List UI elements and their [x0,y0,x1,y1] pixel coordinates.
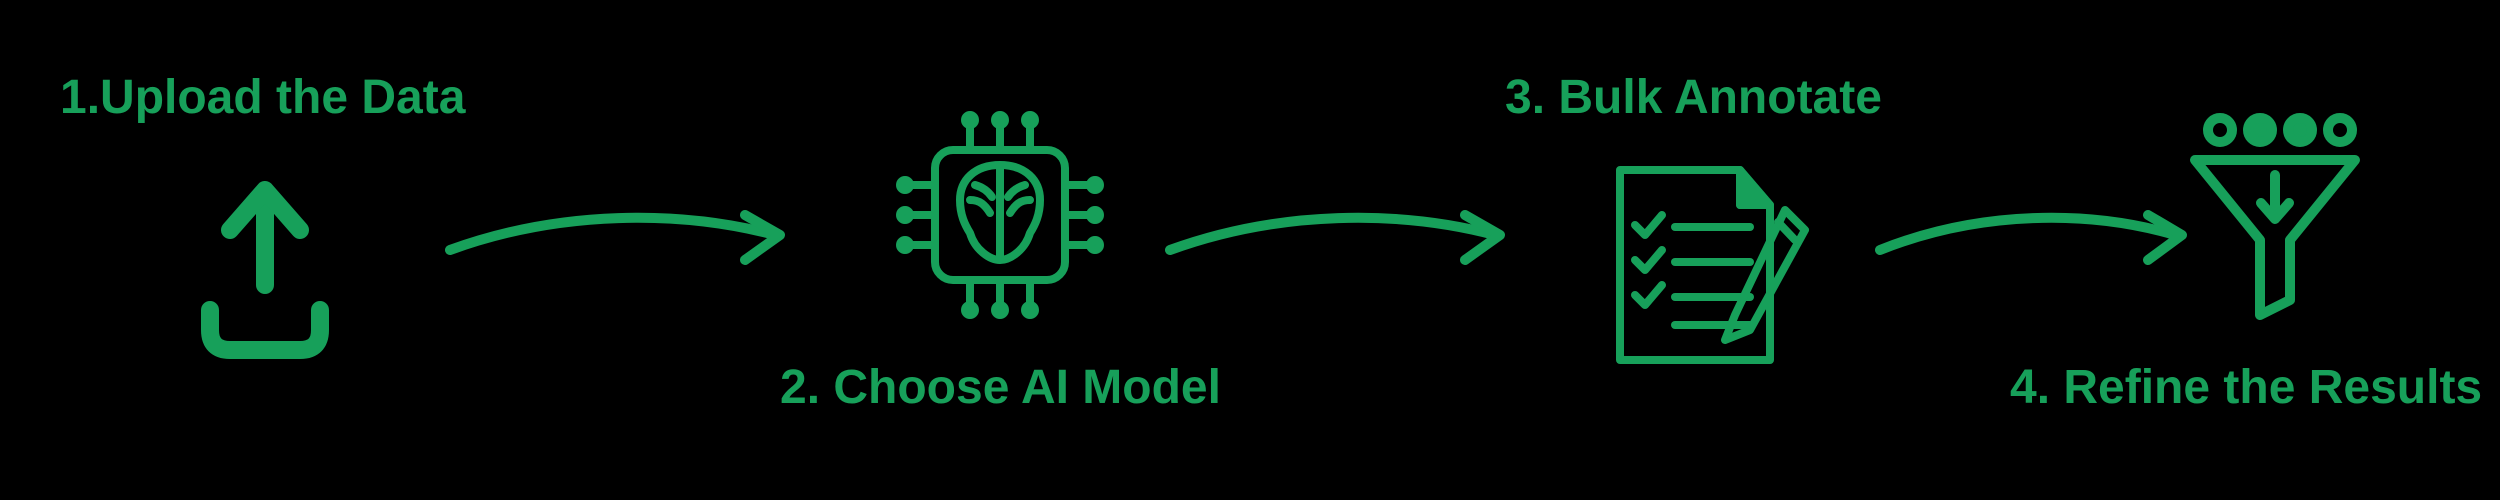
arrow-right-icon [1160,180,1520,290]
workflow-diagram: 1.Upload the Data [0,0,2500,500]
step2-label: 2. Choose AI Model [780,360,1221,415]
upload-icon [180,160,350,360]
ai-chip-brain-icon [890,105,1110,325]
arrow-right-icon [1870,180,2200,290]
arrow-right-icon [440,180,800,290]
step1-label: 1.Upload the Data [60,70,465,125]
step4-label: 4. Refine the Results [2010,360,2482,415]
annotate-document-icon [1590,150,1820,380]
step3-label: 3. Bulk Annotate [1505,70,1882,125]
funnel-filter-icon [2165,105,2385,325]
